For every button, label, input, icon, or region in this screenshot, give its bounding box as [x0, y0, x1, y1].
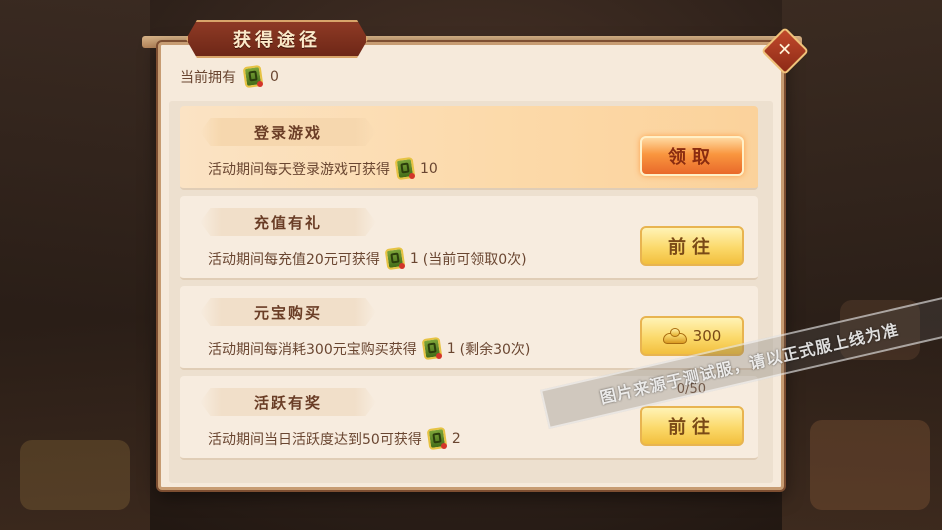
task-title: 登录游戏 [253, 123, 322, 142]
task-title-plate: 元宝购买 [200, 298, 376, 326]
task-card-ingot-buy: 元宝购买 活动期间每消耗300元宝购买获得 1 (剩余30次) 300 [180, 286, 758, 370]
task-desc-text: 活动期间每天登录游戏可获得 [208, 162, 390, 178]
task-card-recharge: 充值有礼 活动期间每充值20元可获得 1 (当前可领取0次) 前往 [180, 196, 758, 280]
task-reward-amount: 10 [420, 161, 438, 177]
task-description: 活动期间每消耗300元宝购买获得 1 (剩余30次) [208, 336, 530, 362]
close-icon: ✕ [777, 40, 793, 61]
green-token-icon [426, 426, 448, 451]
claim-button-label: 领取 [668, 147, 716, 168]
background-decor [20, 440, 130, 510]
task-title-plate: 活跃有奖 [200, 388, 376, 416]
go-button-activity[interactable]: 前往 [640, 406, 744, 446]
owned-label: 当前拥有 [180, 70, 236, 86]
gold-ingot-icon [662, 328, 687, 344]
task-description: 活动期间每充值20元可获得 1 (当前可领取0次) [208, 246, 527, 272]
task-desc-text: 活动期间每充值20元可获得 [208, 252, 380, 268]
task-suffix: (当前可领取0次) [422, 252, 527, 268]
task-description: 活动期间每天登录游戏可获得 10 [208, 156, 438, 182]
claim-button[interactable]: 领取 [640, 136, 744, 176]
background-decor [810, 420, 930, 510]
task-title: 元宝购买 [253, 303, 322, 322]
dialog-title-plate: 获得途径 [186, 20, 368, 58]
task-desc-text: 活动期间当日活跃度达到50可获得 [208, 432, 422, 448]
ingot-price: 300 [692, 327, 722, 345]
task-title-plate: 充值有礼 [200, 208, 376, 236]
task-title-plate: 登录游戏 [200, 118, 376, 146]
task-title: 活跃有奖 [253, 393, 322, 412]
green-token-icon [242, 64, 264, 89]
go-button-label: 前往 [668, 417, 716, 438]
task-desc-text: 活动期间每消耗300元宝购买获得 [208, 342, 417, 358]
task-card-login: 登录游戏 活动期间每天登录游戏可获得 10 领取 [180, 106, 758, 190]
task-reward-amount: 1 [409, 251, 419, 267]
task-reward-amount: 1 [446, 341, 456, 357]
task-reward-amount: 2 [451, 431, 461, 447]
task-description: 活动期间当日活跃度达到50可获得 2 [208, 426, 461, 452]
dialog-title: 获得途径 [233, 30, 321, 51]
go-button-recharge[interactable]: 前往 [640, 226, 744, 266]
green-token-icon [394, 156, 416, 181]
go-button-label: 前往 [668, 237, 716, 258]
green-token-icon [421, 336, 443, 361]
green-token-icon [384, 246, 406, 271]
task-title: 充值有礼 [253, 213, 322, 232]
owned-count: 0 [270, 69, 279, 85]
task-suffix: (剩余30次) [459, 342, 531, 358]
owned-currency-row: 当前拥有 0 [180, 64, 279, 89]
